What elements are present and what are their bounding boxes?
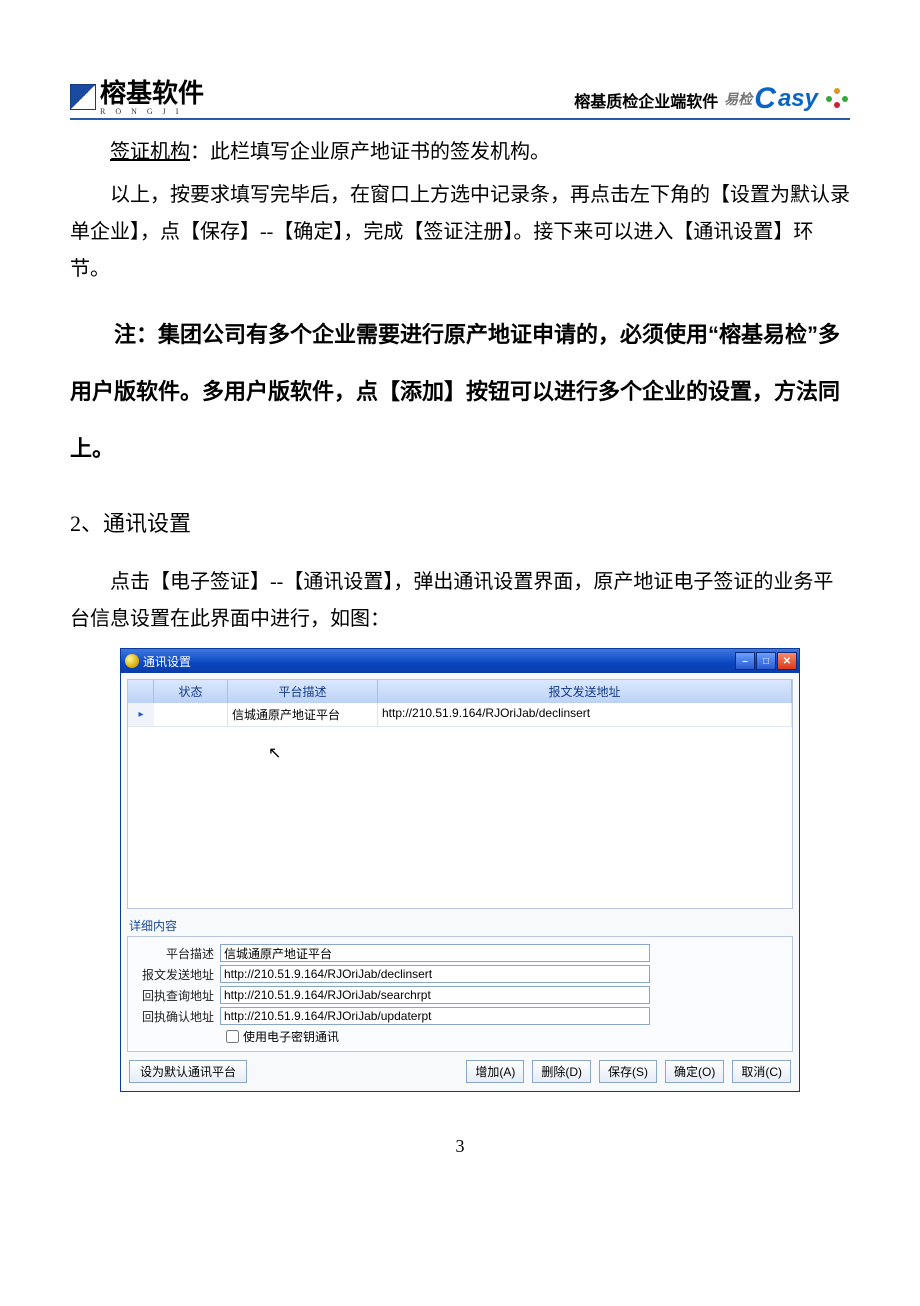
input-send[interactable] [220, 965, 650, 983]
para-visa-org: 签证机构：此栏填写企业原产地证书的签发机构。 [70, 134, 850, 171]
header-product-name: 榕基质检企业端软件 [574, 88, 718, 116]
page-number: 3 [70, 1136, 850, 1157]
input-confirm[interactable] [220, 1007, 650, 1025]
set-default-button[interactable]: 设为默认通讯平台 [129, 1060, 247, 1083]
brand: 榕基软件 R O N G J I [70, 80, 204, 116]
col-send[interactable]: 报文发送地址 [378, 680, 792, 703]
label-send: 报文发送地址 [134, 966, 220, 983]
row-desc: 信城通原产地证平台 [228, 703, 378, 727]
table-row[interactable]: ▸ 信城通原产地证平台 http://210.51.9.164/RJOriJab… [128, 703, 792, 727]
minimize-button[interactable]: – [735, 652, 755, 670]
titlebar[interactable]: 通讯设置 – □ ✕ [121, 649, 799, 673]
checkbox-use-ekey[interactable] [226, 1030, 239, 1043]
dialog-app-icon [125, 654, 139, 668]
section-heading: 2、通讯设置 [70, 504, 850, 545]
button-bar: 设为默认通讯平台 增加(A) 删除(D) 保存(S) 确定(O) 取消(C) [127, 1060, 793, 1083]
checkbox-use-ekey-label: 使用电子密钥通讯 [243, 1028, 339, 1045]
input-query[interactable] [220, 986, 650, 1004]
para-comm-settings: 点击【电子签证】--【通讯设置】，弹出通讯设置界面，原产地证电子签证的业务平台信… [70, 564, 850, 638]
col-status[interactable]: 状态 [154, 680, 228, 703]
col-desc[interactable]: 平台描述 [228, 680, 378, 703]
easy-c: C [754, 82, 776, 116]
brand-main: 榕基软件 [100, 80, 204, 106]
input-desc[interactable] [220, 944, 650, 962]
row-send: http://210.51.9.164/RJOriJab/declinsert [378, 703, 792, 727]
brand-sub: R O N G J I [100, 108, 204, 116]
ok-button[interactable]: 确定(O) [665, 1060, 724, 1083]
page-header: 榕基软件 R O N G J I 榕基质检企业端软件 易检 C asy [70, 80, 850, 120]
platform-grid[interactable]: 状态 平台描述 报文发送地址 ▸ 信城通原产地证平台 http://210.51… [127, 679, 793, 909]
dialog-title: 通讯设置 [143, 653, 191, 670]
swirl-icon [820, 84, 850, 114]
para-visa-org-lead: 签证机构 [110, 141, 190, 163]
label-confirm: 回执确认地址 [134, 1008, 220, 1025]
detail-section-label: 详细内容 [129, 917, 793, 934]
para-visa-org-rest: ：此栏填写企业原产地证书的签发机构。 [190, 141, 550, 163]
maximize-button[interactable]: □ [756, 652, 776, 670]
close-button[interactable]: ✕ [777, 652, 797, 670]
brand-logo-icon [70, 84, 96, 110]
easy-asy: asy [778, 85, 818, 113]
cancel-button[interactable]: 取消(C) [732, 1060, 791, 1083]
header-right: 榕基质检企业端软件 易检 C asy [574, 82, 850, 116]
easy-logo: 易检 C asy [724, 82, 850, 116]
grid-header: 状态 平台描述 报文发送地址 [128, 680, 792, 703]
save-button[interactable]: 保存(S) [599, 1060, 657, 1083]
easy-cn: 易检 [724, 89, 752, 109]
comm-settings-dialog: 通讯设置 – □ ✕ 状态 平台描述 报文发送地址 [120, 648, 800, 1092]
row-indicator-icon: ▸ [128, 703, 154, 727]
delete-button[interactable]: 删除(D) [532, 1060, 591, 1083]
cursor-icon: ↖ [268, 743, 793, 763]
label-query: 回执查询地址 [134, 987, 220, 1004]
label-desc: 平台描述 [134, 945, 220, 962]
note-multi-user: 注：集团公司有多个企业需要进行原产地证申请的，必须使用“榕基易检”多用户版软件。… [70, 306, 850, 478]
add-button[interactable]: 增加(A) [466, 1060, 524, 1083]
detail-panel: 平台描述 报文发送地址 回执查询地址 回执确认地址 [127, 936, 793, 1052]
para-instructions: 以上，按要求填写完毕后，在窗口上方选中记录条，再点击左下角的【设置为默认录单企业… [70, 177, 850, 288]
